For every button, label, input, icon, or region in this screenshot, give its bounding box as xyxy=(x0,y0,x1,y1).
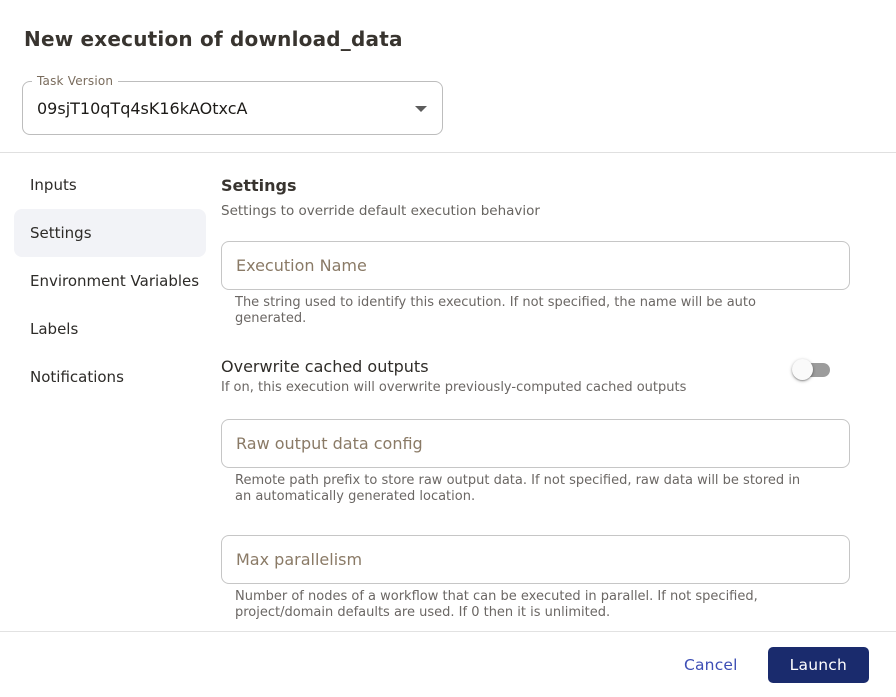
task-version-value: 09sjT10qTq4sK16kAOtxcA xyxy=(37,98,248,118)
raw-output-data-config-input[interactable] xyxy=(221,419,850,468)
overwrite-cached-outputs-row: Overwrite cached outputs If on, this exe… xyxy=(221,357,850,395)
settings-heading: Settings xyxy=(221,176,297,195)
execution-name-helper: The string used to identify this executi… xyxy=(235,295,756,326)
raw-output-data-config-field: Remote path prefix to store raw output d… xyxy=(221,419,850,505)
max-parallelism-input[interactable] xyxy=(221,535,850,584)
task-version-select[interactable]: Task Version 09sjT10qTq4sK16kAOtxcA xyxy=(22,74,443,135)
sidebar-item-labels[interactable]: Labels xyxy=(14,305,206,353)
page-title: New execution of download_data xyxy=(24,27,403,51)
launch-button[interactable]: Launch xyxy=(767,646,869,683)
sidebar-item-notifications[interactable]: Notifications xyxy=(14,353,206,401)
sidebar: Inputs Settings Environment Variables La… xyxy=(0,153,221,674)
execution-name-input[interactable] xyxy=(221,241,850,290)
new-execution-dialog: { "dialog": { "title": "New execution of… xyxy=(0,0,896,697)
chevron-down-icon xyxy=(415,106,427,112)
cancel-button[interactable]: Cancel xyxy=(684,656,738,674)
max-parallelism-helper: Number of nodes of a workflow that can b… xyxy=(235,589,758,620)
raw-output-data-config-helper: Remote path prefix to store raw output d… xyxy=(235,473,801,504)
overwrite-cached-outputs-description: If on, this execution will overwrite pre… xyxy=(221,380,687,395)
overwrite-cached-outputs-toggle[interactable] xyxy=(792,359,830,381)
settings-panel: Settings Settings to override default ex… xyxy=(221,153,850,674)
sidebar-item-inputs[interactable]: Inputs xyxy=(14,161,206,209)
dialog-body: Inputs Settings Environment Variables La… xyxy=(0,153,896,674)
sidebar-item-environment-variables[interactable]: Environment Variables xyxy=(14,257,206,305)
overwrite-cached-outputs-label: Overwrite cached outputs xyxy=(221,357,429,376)
toggle-thumb xyxy=(792,359,813,380)
dialog-header: New execution of download_data Task Vers… xyxy=(0,0,896,153)
overwrite-cached-outputs-texts: Overwrite cached outputs If on, this exe… xyxy=(221,357,686,395)
dialog-footer: Cancel Launch xyxy=(0,631,896,697)
execution-name-field: The string used to identify this executi… xyxy=(221,241,850,327)
max-parallelism-field: Number of nodes of a workflow that can b… xyxy=(221,535,850,621)
settings-description: Settings to override default execution b… xyxy=(221,203,540,219)
sidebar-item-settings[interactable]: Settings xyxy=(14,209,206,257)
